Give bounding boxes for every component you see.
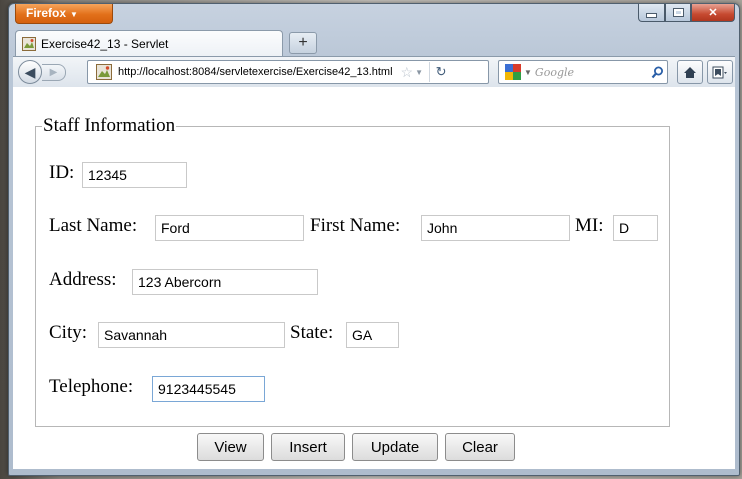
last-name-field[interactable] [155,215,304,241]
search-engine-dropdown-icon[interactable]: ▼ [524,68,532,77]
navigation-bar: ◀ ▶ http://localhost:8084/servletexercis… [13,56,735,88]
bookmarks-menu-button[interactable] [707,60,733,84]
first-name-label: First Name: [310,215,401,236]
close-button[interactable]: ✕ [691,4,735,22]
first-name-field[interactable] [421,215,570,241]
address-label: Address: [49,269,117,290]
search-bar[interactable]: ▼ Google [498,60,668,84]
fieldset-legend: Staff Information [43,115,176,136]
close-icon: ✕ [708,7,718,19]
id-label: ID: [49,162,75,183]
search-icon[interactable] [647,66,667,79]
telephone-field[interactable] [152,376,265,402]
back-arrow-icon: ◀ [24,63,36,80]
history-dropdown-icon[interactable]: ▼ [415,68,423,77]
browser-window: Firefox ▼ ✕ Exercise42_13 - Servlet + ◀ ▶… [8,3,740,476]
google-logo-icon[interactable] [505,64,521,80]
update-button[interactable]: Update [352,433,438,461]
home-button[interactable] [677,60,703,84]
staff-information-fieldset: Staff Information ID: Last Name: First N… [35,115,670,427]
page-favicon-icon [22,36,36,51]
mi-label: MI: [575,215,604,236]
plus-icon: + [298,34,308,51]
url-text: http://localhost:8084/servletexercise/Ex… [118,66,393,78]
window-controls: ✕ [638,4,735,22]
city-label: City: [49,322,88,343]
city-field[interactable] [98,322,285,348]
tab-servlet[interactable]: Exercise42_13 - Servlet [15,30,283,56]
back-button[interactable]: ◀ [18,60,42,84]
state-label: State: [290,322,334,343]
firefox-menu-label: Firefox [26,6,67,20]
site-identity-icon [96,64,112,80]
maximize-icon [672,8,684,17]
chevron-down-icon: ▼ [70,10,78,19]
search-placeholder: Google [534,65,575,79]
clear-button[interactable]: Clear [445,433,515,461]
view-button[interactable]: View [197,433,264,461]
forward-button[interactable]: ▶ [42,64,66,81]
telephone-label: Telephone: [49,376,134,397]
minimize-icon [646,13,657,18]
last-name-label: Last Name: [49,215,138,236]
state-field[interactable] [346,322,399,348]
back-forward-group: ◀ ▶ [18,60,70,84]
bookmarks-icon [712,66,727,78]
maximize-button[interactable] [665,4,691,22]
page-content: Staff Information ID: Last Name: First N… [13,87,735,469]
insert-button[interactable]: Insert [271,433,345,461]
bookmark-star-icon[interactable]: ☆ [401,64,414,81]
firefox-menu-button[interactable]: Firefox ▼ [15,4,113,24]
minimize-button[interactable] [638,4,665,22]
mi-field[interactable] [613,215,658,241]
address-bar[interactable]: http://localhost:8084/servletexercise/Ex… [87,60,489,84]
tab-title: Exercise42_13 - Servlet [41,36,169,51]
forward-arrow-icon: ▶ [49,67,58,78]
address-field[interactable] [132,269,318,295]
home-icon [684,66,696,78]
id-field[interactable] [82,162,187,188]
new-tab-button[interactable]: + [289,32,317,54]
reload-icon[interactable]: ↻ [429,62,452,82]
